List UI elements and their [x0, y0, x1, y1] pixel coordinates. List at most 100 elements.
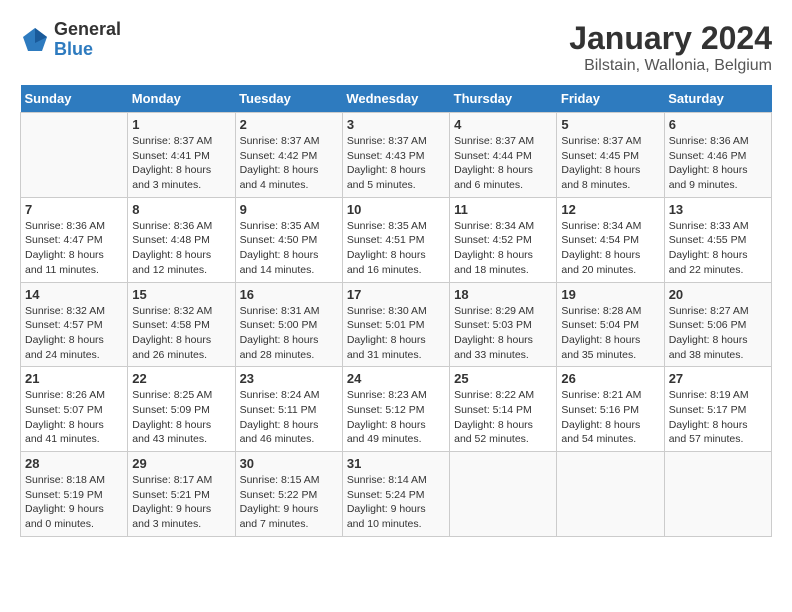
- calendar-header: SundayMondayTuesdayWednesdayThursdayFrid…: [21, 85, 772, 113]
- logo-line2: Blue: [54, 40, 121, 60]
- day-number: 13: [669, 202, 767, 217]
- day-cell: 24 Sunrise: 8:23 AM Sunset: 5:12 PM Dayli…: [342, 367, 449, 452]
- day-cell: 28Sunrise: 8:18 AM Sunset: 5:19 PM Dayli…: [21, 452, 128, 537]
- day-info: Sunrise: 8:22 AM Sunset: 5:14 PM Dayligh…: [454, 388, 552, 447]
- day-cell: 15Sunrise: 8:32 AM Sunset: 4:58 PM Dayli…: [128, 282, 235, 367]
- day-cell: [21, 113, 128, 198]
- day-info: Sunrise: 8:37 AM Sunset: 4:45 PM Dayligh…: [561, 134, 659, 193]
- header-cell-tuesday: Tuesday: [235, 85, 342, 113]
- day-number: 2: [240, 117, 338, 132]
- day-number: 17: [347, 287, 445, 302]
- day-cell: 11Sunrise: 8:34 AM Sunset: 4:52 PM Dayli…: [450, 197, 557, 282]
- day-info: Sunrise: 8:36 AM Sunset: 4:46 PM Dayligh…: [669, 134, 767, 193]
- day-info: Sunrise: 8:18 AM Sunset: 5:19 PM Dayligh…: [25, 473, 123, 532]
- day-number: 1: [132, 117, 230, 132]
- day-info: Sunrise: 8:28 AM Sunset: 5:04 PM Dayligh…: [561, 304, 659, 363]
- day-number: 23: [240, 371, 338, 386]
- day-number: 16: [240, 287, 338, 302]
- day-cell: 6 Sunrise: 8:36 AM Sunset: 4:46 PM Daylig…: [664, 113, 771, 198]
- day-info: Sunrise: 8:30 AM Sunset: 5:01 PM Dayligh…: [347, 304, 445, 363]
- day-info: Sunrise: 8:35 AM Sunset: 4:50 PM Dayligh…: [240, 219, 338, 278]
- logo-icon: [20, 25, 50, 55]
- logo: General Blue: [20, 20, 121, 60]
- day-number: 14: [25, 287, 123, 302]
- logo-line1: General: [54, 20, 121, 40]
- day-number: 20: [669, 287, 767, 302]
- day-info: Sunrise: 8:37 AM Sunset: 4:43 PM Dayligh…: [347, 134, 445, 193]
- day-info: Sunrise: 8:19 AM Sunset: 5:17 PM Dayligh…: [669, 388, 767, 447]
- day-cell: 22Sunrise: 8:25 AM Sunset: 5:09 PM Dayli…: [128, 367, 235, 452]
- day-info: Sunrise: 8:25 AM Sunset: 5:09 PM Dayligh…: [132, 388, 230, 447]
- day-number: 5: [561, 117, 659, 132]
- day-number: 9: [240, 202, 338, 217]
- day-number: 10: [347, 202, 445, 217]
- day-cell: 17 Sunrise: 8:30 AM Sunset: 5:01 PM Dayli…: [342, 282, 449, 367]
- week-row: 14 Sunrise: 8:32 AM Sunset: 4:57 PM Dayli…: [21, 282, 772, 367]
- day-cell: 25 Sunrise: 8:22 AM Sunset: 5:14 PM Dayli…: [450, 367, 557, 452]
- header-cell-friday: Friday: [557, 85, 664, 113]
- day-info: Sunrise: 8:26 AM Sunset: 5:07 PM Dayligh…: [25, 388, 123, 447]
- day-cell: 12 Sunrise: 8:34 AM Sunset: 4:54 PM Dayli…: [557, 197, 664, 282]
- page-header: General Blue January 2024 Bilstain, Wall…: [20, 20, 772, 75]
- day-cell: 27Sunrise: 8:19 AM Sunset: 5:17 PM Dayli…: [664, 367, 771, 452]
- day-info: Sunrise: 8:36 AM Sunset: 4:47 PM Dayligh…: [25, 219, 123, 278]
- day-info: Sunrise: 8:23 AM Sunset: 5:12 PM Dayligh…: [347, 388, 445, 447]
- day-number: 7: [25, 202, 123, 217]
- calendar-subtitle: Bilstain, Wallonia, Belgium: [569, 57, 772, 75]
- day-info: Sunrise: 8:37 AM Sunset: 4:44 PM Dayligh…: [454, 134, 552, 193]
- day-cell: 13 Sunrise: 8:33 AM Sunset: 4:55 PM Dayli…: [664, 197, 771, 282]
- week-row: 1 Sunrise: 8:37 AM Sunset: 4:41 PM Daylig…: [21, 113, 772, 198]
- week-row: 7 Sunrise: 8:36 AM Sunset: 4:47 PM Daylig…: [21, 197, 772, 282]
- calendar-table: SundayMondayTuesdayWednesdayThursdayFrid…: [20, 85, 772, 537]
- day-info: Sunrise: 8:32 AM Sunset: 4:58 PM Dayligh…: [132, 304, 230, 363]
- day-info: Sunrise: 8:37 AM Sunset: 4:42 PM Dayligh…: [240, 134, 338, 193]
- header-cell-sunday: Sunday: [21, 85, 128, 113]
- day-info: Sunrise: 8:17 AM Sunset: 5:21 PM Dayligh…: [132, 473, 230, 532]
- day-info: Sunrise: 8:24 AM Sunset: 5:11 PM Dayligh…: [240, 388, 338, 447]
- week-row: 28Sunrise: 8:18 AM Sunset: 5:19 PM Dayli…: [21, 452, 772, 537]
- day-number: 25: [454, 371, 552, 386]
- day-number: 31: [347, 456, 445, 471]
- day-cell: 1 Sunrise: 8:37 AM Sunset: 4:41 PM Daylig…: [128, 113, 235, 198]
- title-block: January 2024 Bilstain, Wallonia, Belgium: [569, 20, 772, 75]
- header-cell-saturday: Saturday: [664, 85, 771, 113]
- day-cell: 20 Sunrise: 8:27 AM Sunset: 5:06 PM Dayli…: [664, 282, 771, 367]
- day-cell: [557, 452, 664, 537]
- day-cell: 23 Sunrise: 8:24 AM Sunset: 5:11 PM Dayli…: [235, 367, 342, 452]
- day-number: 3: [347, 117, 445, 132]
- header-cell-monday: Monday: [128, 85, 235, 113]
- day-number: 24: [347, 371, 445, 386]
- day-number: 29: [132, 456, 230, 471]
- day-number: 6: [669, 117, 767, 132]
- day-info: Sunrise: 8:14 AM Sunset: 5:24 PM Dayligh…: [347, 473, 445, 532]
- header-cell-thursday: Thursday: [450, 85, 557, 113]
- day-number: 12: [561, 202, 659, 217]
- day-number: 19: [561, 287, 659, 302]
- day-info: Sunrise: 8:21 AM Sunset: 5:16 PM Dayligh…: [561, 388, 659, 447]
- day-cell: 21Sunrise: 8:26 AM Sunset: 5:07 PM Dayli…: [21, 367, 128, 452]
- day-number: 26: [561, 371, 659, 386]
- day-cell: 30Sunrise: 8:15 AM Sunset: 5:22 PM Dayli…: [235, 452, 342, 537]
- day-number: 4: [454, 117, 552, 132]
- day-info: Sunrise: 8:34 AM Sunset: 4:54 PM Dayligh…: [561, 219, 659, 278]
- day-cell: 26 Sunrise: 8:21 AM Sunset: 5:16 PM Dayli…: [557, 367, 664, 452]
- header-cell-wednesday: Wednesday: [342, 85, 449, 113]
- day-cell: 4 Sunrise: 8:37 AM Sunset: 4:44 PM Daylig…: [450, 113, 557, 198]
- day-number: 18: [454, 287, 552, 302]
- day-info: Sunrise: 8:37 AM Sunset: 4:41 PM Dayligh…: [132, 134, 230, 193]
- day-info: Sunrise: 8:29 AM Sunset: 5:03 PM Dayligh…: [454, 304, 552, 363]
- day-cell: [450, 452, 557, 537]
- logo-text: General Blue: [54, 20, 121, 60]
- day-cell: 7 Sunrise: 8:36 AM Sunset: 4:47 PM Daylig…: [21, 197, 128, 282]
- calendar-body: 1 Sunrise: 8:37 AM Sunset: 4:41 PM Daylig…: [21, 113, 772, 537]
- day-info: Sunrise: 8:32 AM Sunset: 4:57 PM Dayligh…: [25, 304, 123, 363]
- day-info: Sunrise: 8:27 AM Sunset: 5:06 PM Dayligh…: [669, 304, 767, 363]
- header-row: SundayMondayTuesdayWednesdayThursdayFrid…: [21, 85, 772, 113]
- day-cell: 31 Sunrise: 8:14 AM Sunset: 5:24 PM Dayli…: [342, 452, 449, 537]
- day-info: Sunrise: 8:33 AM Sunset: 4:55 PM Dayligh…: [669, 219, 767, 278]
- day-number: 30: [240, 456, 338, 471]
- day-cell: 18 Sunrise: 8:29 AM Sunset: 5:03 PM Dayli…: [450, 282, 557, 367]
- day-cell: 9 Sunrise: 8:35 AM Sunset: 4:50 PM Daylig…: [235, 197, 342, 282]
- day-info: Sunrise: 8:35 AM Sunset: 4:51 PM Dayligh…: [347, 219, 445, 278]
- day-number: 8: [132, 202, 230, 217]
